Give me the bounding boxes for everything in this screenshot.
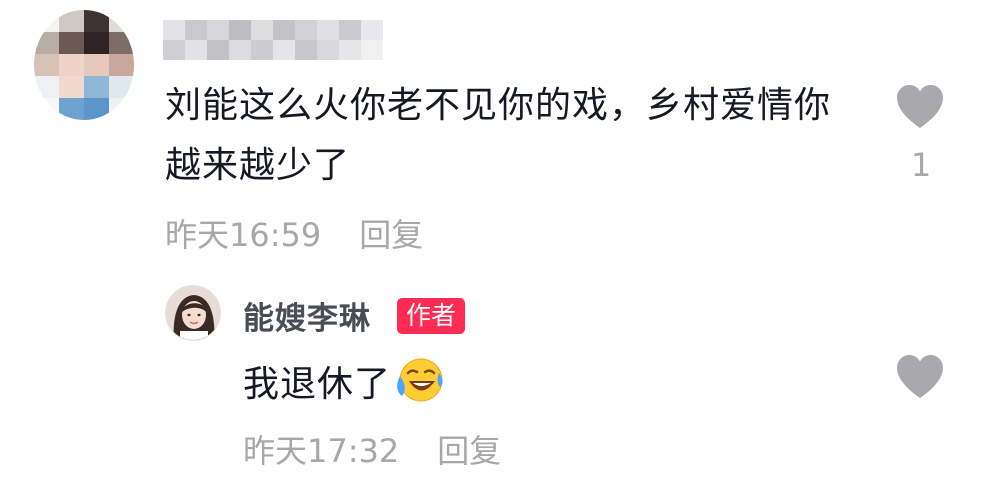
commenter-name-blurred[interactable] bbox=[163, 20, 383, 60]
comment-text: 刘能这么火你老不见你的戏，乡村爱情你越来越少了 bbox=[165, 85, 832, 186]
comment-time: 昨天16:59 bbox=[165, 216, 322, 254]
reply-author-name[interactable]: 能嫂李琳 bbox=[243, 293, 371, 338]
author-avatar[interactable] bbox=[165, 285, 221, 341]
like-count: 1 bbox=[910, 146, 932, 184]
comment-meta: 昨天16:59 回复 bbox=[165, 210, 423, 256]
heart-icon[interactable] bbox=[894, 352, 946, 400]
reply-time: 昨天17:32 bbox=[243, 432, 400, 470]
reply-content: 我退休了 bbox=[243, 356, 445, 411]
reply-meta: 昨天17:32 回复 bbox=[243, 426, 501, 472]
reply-button[interactable]: 回复 bbox=[437, 432, 501, 470]
laughing-crying-emoji-icon bbox=[395, 356, 445, 404]
heart-icon[interactable] bbox=[894, 82, 946, 130]
reply-button[interactable]: 回复 bbox=[359, 216, 423, 254]
commenter-avatar[interactable] bbox=[34, 10, 134, 120]
reply-text: 我退休了 bbox=[243, 364, 392, 405]
author-badge: 作者 bbox=[397, 298, 466, 334]
